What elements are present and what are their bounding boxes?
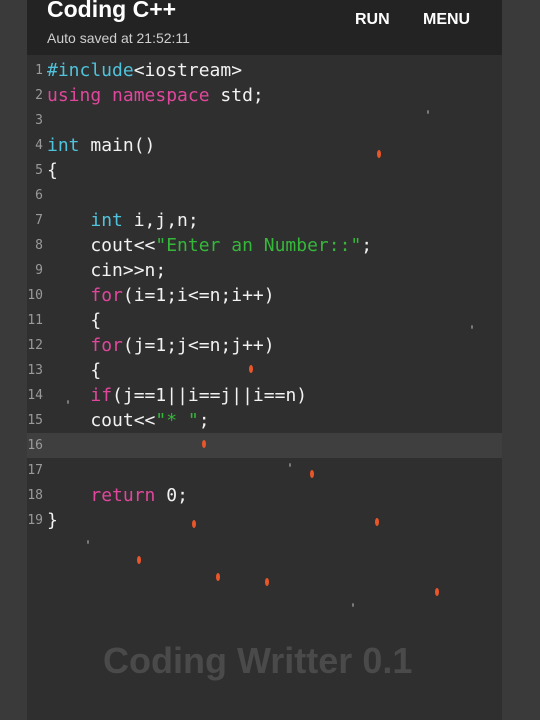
code-text[interactable]: {	[47, 158, 58, 183]
code-text[interactable]: using namespace std;	[47, 83, 264, 108]
code-line[interactable]: 13 {	[27, 358, 502, 383]
code-line[interactable]: 1 #include<iostream>	[27, 58, 502, 83]
spark-particle	[249, 365, 253, 373]
line-number: 8	[35, 238, 43, 253]
code-line[interactable]: 3	[27, 108, 502, 133]
spark-particle	[137, 556, 141, 564]
spark-particle	[87, 540, 89, 544]
line-number: 16	[27, 438, 43, 453]
code-line[interactable]: 7 int i,j,n;	[27, 208, 502, 233]
code-text[interactable]: {	[47, 308, 101, 333]
code-line[interactable]: 6	[27, 183, 502, 208]
code-text[interactable]: if(j==1||i==j||i==n)	[47, 383, 307, 408]
code-line[interactable]: 16	[27, 433, 502, 458]
watermark: Coding Writter 0.1	[103, 640, 413, 681]
line-number: 3	[35, 113, 43, 128]
run-button[interactable]: RUN	[355, 11, 390, 29]
code-line[interactable]: 19}	[27, 508, 502, 533]
code-editor-app: Coding C++ Auto saved at 21:52:11 RUN ME…	[27, 0, 502, 720]
code-line[interactable]: 12 for(j=1;j<=n;j++)	[27, 333, 502, 358]
code-line[interactable]: 9 cin>>n;	[27, 258, 502, 283]
code-text[interactable]: int main()	[47, 133, 155, 158]
code-text[interactable]: cout<<"Enter an Number::";	[47, 233, 372, 258]
spark-particle	[67, 400, 69, 404]
code-area[interactable]: 1 #include<iostream> 2 using namespace std;…	[27, 58, 502, 538]
line-number: 14	[27, 388, 43, 403]
spark-particle	[289, 463, 291, 467]
spark-particle	[202, 440, 206, 448]
spark-particle	[310, 470, 314, 478]
line-number: 1	[35, 63, 43, 78]
code-line[interactable]: 18 return 0;	[27, 483, 502, 508]
autosave-status: Auto saved at 21:52:11	[47, 30, 190, 46]
line-number: 5	[35, 163, 43, 178]
spark-particle	[375, 518, 379, 526]
line-number: 4	[35, 138, 43, 153]
code-text[interactable]: for(i=1;i<=n;i++)	[47, 283, 274, 308]
code-text[interactable]: #include<iostream>	[47, 58, 242, 83]
code-text[interactable]: {	[47, 358, 101, 383]
spark-particle	[377, 150, 381, 158]
app-toolbar: Coding C++ Auto saved at 21:52:11 RUN ME…	[27, 0, 502, 55]
code-text[interactable]: for(j=1;j<=n;j++)	[47, 333, 274, 358]
spark-particle	[427, 110, 429, 114]
code-text[interactable]: }	[47, 508, 58, 533]
code-text[interactable]: int i,j,n;	[47, 208, 198, 233]
code-line[interactable]: 10 for(i=1;i<=n;i++)	[27, 283, 502, 308]
code-text[interactable]: cin>>n;	[47, 258, 166, 283]
code-line[interactable]: 4 int main()	[27, 133, 502, 158]
spark-particle	[265, 578, 269, 586]
code-line[interactable]: 11 {	[27, 308, 502, 333]
app-title: Coding C++	[47, 0, 177, 22]
code-line[interactable]: 14 if(j==1||i==j||i==n)	[27, 383, 502, 408]
left-margin	[0, 0, 27, 720]
right-margin	[502, 0, 540, 720]
spark-particle	[471, 325, 473, 329]
spark-particle	[216, 573, 220, 581]
line-number: 6	[35, 188, 43, 203]
spark-particle	[352, 603, 354, 607]
line-number: 19	[27, 513, 43, 528]
line-number: 11	[27, 313, 43, 328]
spark-particle	[192, 520, 196, 528]
line-number: 13	[27, 363, 43, 378]
spark-particle	[435, 588, 439, 596]
line-number: 17	[27, 463, 43, 478]
code-line[interactable]: 2 using namespace std;	[27, 83, 502, 108]
line-number: 9	[35, 263, 43, 278]
menu-button[interactable]: MENU	[423, 11, 470, 29]
line-number: 10	[27, 288, 43, 303]
code-line[interactable]: 5{	[27, 158, 502, 183]
code-text[interactable]: cout<<"* ";	[47, 408, 209, 433]
line-number: 15	[27, 413, 43, 428]
line-number: 18	[27, 488, 43, 503]
line-number: 2	[35, 88, 43, 103]
code-text[interactable]: return 0;	[47, 483, 188, 508]
line-number: 7	[35, 213, 43, 228]
line-number: 12	[27, 338, 43, 353]
code-line[interactable]: 8 cout<<"Enter an Number::";	[27, 233, 502, 258]
code-line[interactable]: 17	[27, 458, 502, 483]
code-line[interactable]: 15 cout<<"* ";	[27, 408, 502, 433]
